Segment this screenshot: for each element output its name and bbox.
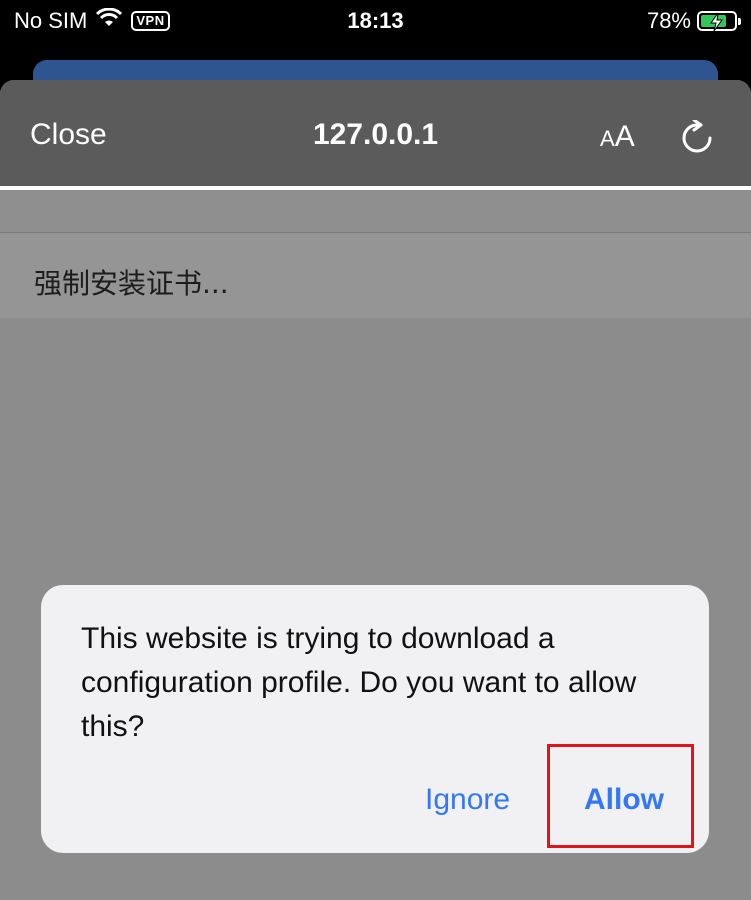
page-header-band — [0, 190, 751, 233]
ignore-button[interactable]: Ignore — [425, 783, 510, 817]
allow-button[interactable]: Allow — [584, 783, 664, 817]
battery-percent: 78% — [646, 8, 691, 33]
status-time: 18:13 — [347, 8, 404, 33]
text-size-small: A — [600, 126, 615, 151]
status-bar: No SIM VPN 18:13 78% — [0, 0, 751, 44]
text-size-button[interactable]: AA — [600, 120, 635, 154]
text-size-large: A — [614, 120, 635, 153]
status-right: 78% — [646, 8, 741, 34]
browser-navbar: Close 127.0.0.1 AA — [0, 80, 751, 186]
address-title[interactable]: 127.0.0.1 — [0, 118, 751, 152]
page-text: 强制安装证书... — [34, 267, 229, 300]
alert-message: This website is trying to download a con… — [81, 622, 637, 743]
reload-icon[interactable] — [680, 118, 714, 161]
battery-charging-icon — [697, 11, 741, 32]
download-profile-alert: This website is trying to download a con… — [41, 585, 709, 853]
